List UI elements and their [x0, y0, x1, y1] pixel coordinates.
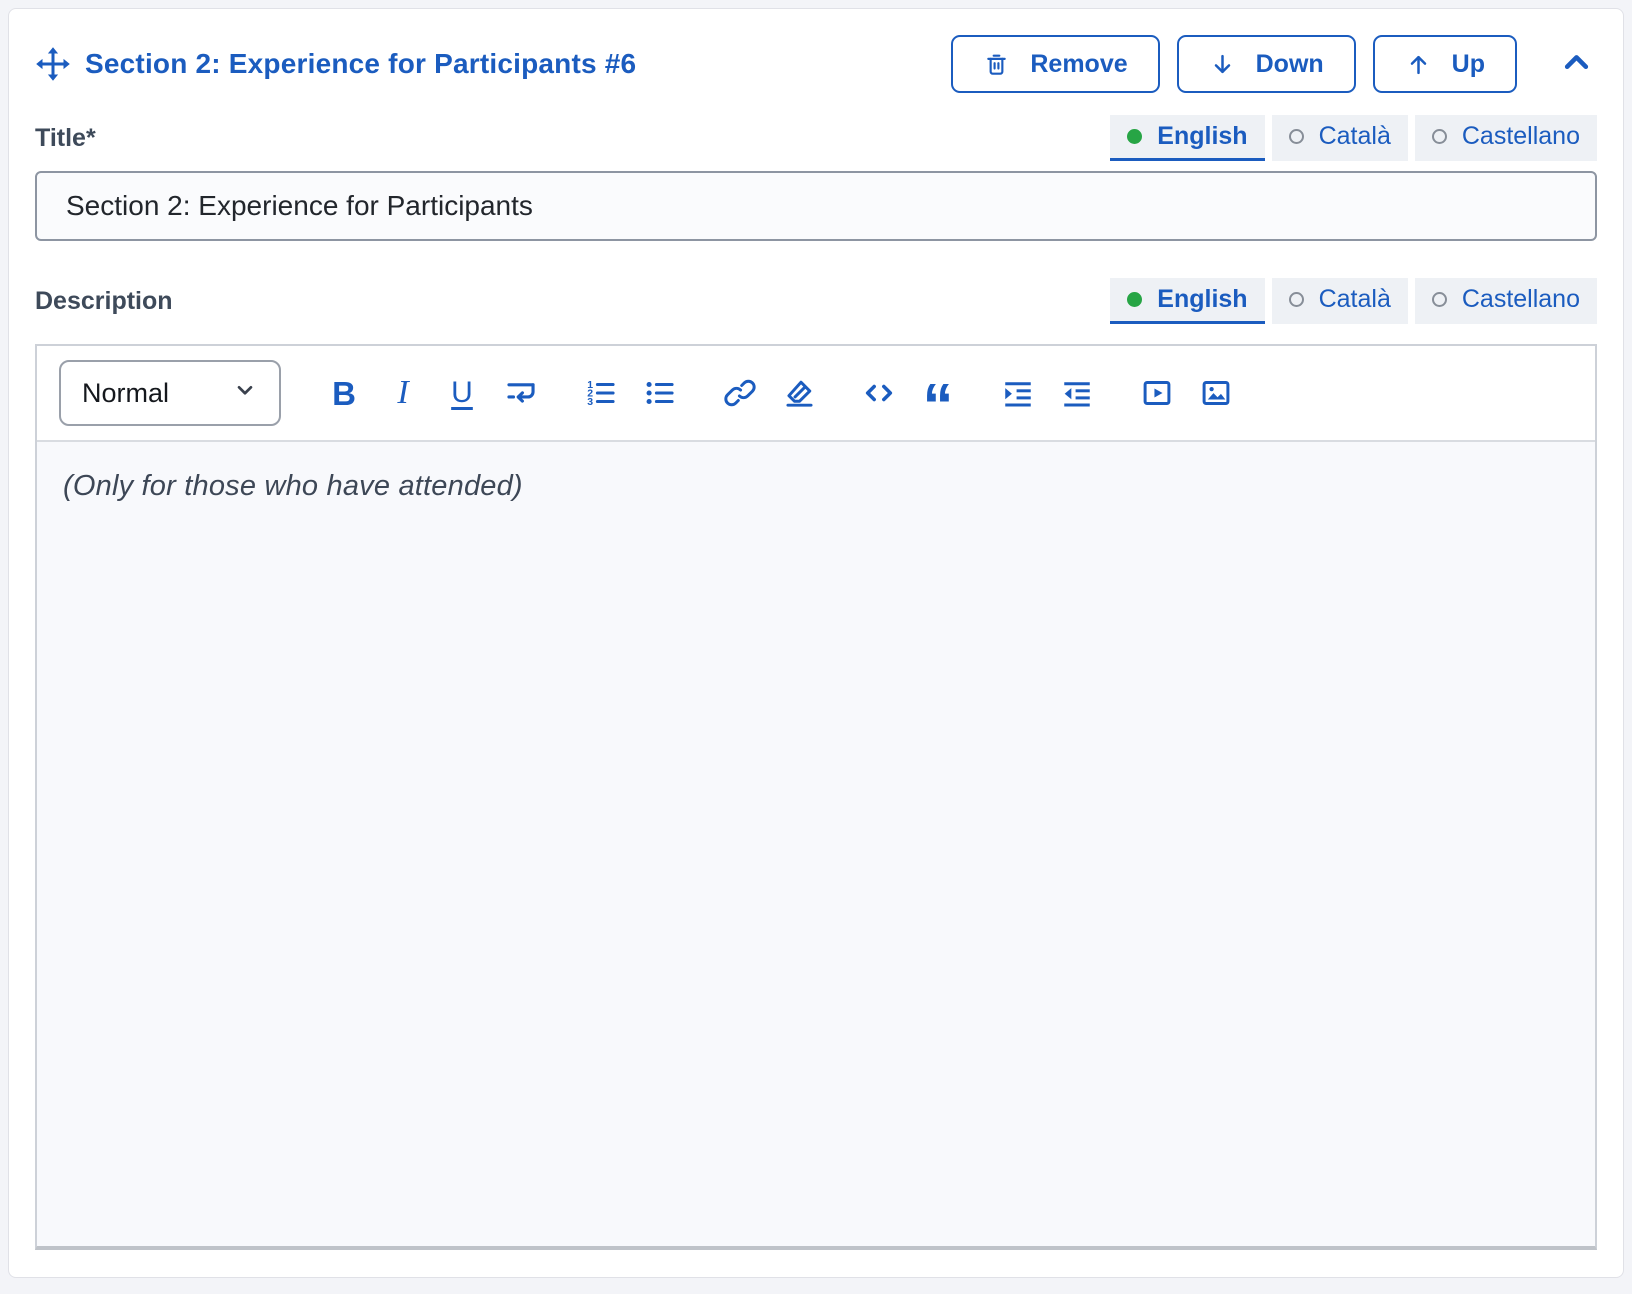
eraser-icon: [782, 376, 816, 410]
unselected-language-circle-icon: [1432, 129, 1447, 144]
underline-icon: U: [451, 378, 473, 408]
italic-button[interactable]: I: [386, 373, 420, 413]
description-lang-tab-english[interactable]: English: [1110, 278, 1264, 324]
collapse-section-button[interactable]: [1556, 42, 1597, 86]
up-button-label: Up: [1452, 50, 1485, 79]
indent-decrease-button[interactable]: [1060, 373, 1094, 413]
description-label: Description: [35, 287, 173, 316]
section-header: Section 2: Experience for Participants #…: [35, 35, 1597, 93]
indent-increase-icon: [1001, 376, 1035, 410]
down-button-label: Down: [1256, 50, 1324, 79]
blockquote-button[interactable]: “: [921, 373, 955, 413]
selected-language-dot-icon: [1127, 292, 1142, 307]
format-select[interactable]: Normal: [59, 360, 281, 426]
title-lang-tab-english[interactable]: English: [1110, 115, 1264, 161]
title-language-tabs: English Català Castellano: [1110, 115, 1597, 161]
rich-text-editor: Normal B I U: [35, 344, 1597, 1250]
bold-icon: B: [332, 377, 356, 410]
move-up-button[interactable]: Up: [1373, 35, 1517, 93]
unselected-language-circle-icon: [1289, 129, 1304, 144]
language-label: English: [1157, 285, 1247, 314]
indent-decrease-icon: [1060, 376, 1094, 410]
bullet-list-button[interactable]: [643, 373, 677, 413]
quote-icon: “: [923, 392, 954, 422]
title-field-row: Title* English Català Castellano: [35, 115, 1597, 161]
description-language-tabs: English Català Castellano: [1110, 278, 1597, 324]
chevron-down-icon: [232, 377, 258, 410]
insert-video-button[interactable]: [1140, 373, 1174, 413]
editor-toolbar: Normal B I U: [37, 346, 1595, 442]
clear-format-button[interactable]: [782, 373, 816, 413]
indent-increase-button[interactable]: [1001, 373, 1035, 413]
unselected-language-circle-icon: [1289, 292, 1304, 307]
title-label: Title*: [35, 124, 96, 153]
svg-text:3: 3: [587, 397, 593, 408]
move-down-button[interactable]: Down: [1177, 35, 1356, 93]
insert-image-button[interactable]: [1199, 373, 1233, 413]
link-button[interactable]: [723, 373, 757, 413]
text-wrap-icon: [504, 376, 538, 410]
video-icon: [1140, 376, 1174, 410]
arrow-down-icon: [1209, 51, 1236, 78]
chevron-up-icon: [1560, 46, 1593, 82]
remove-button[interactable]: Remove: [951, 35, 1159, 93]
title-lang-tab-castellano[interactable]: Castellano: [1415, 115, 1597, 161]
list-group: 1 2 3: [584, 373, 677, 413]
title-input[interactable]: [35, 171, 1597, 241]
description-lang-tab-catala[interactable]: Català: [1272, 278, 1408, 324]
language-label: Castellano: [1462, 285, 1580, 314]
unselected-language-circle-icon: [1432, 292, 1447, 307]
text-style-group: B I U: [327, 373, 538, 413]
language-label: Català: [1319, 122, 1391, 151]
ordered-list-button[interactable]: 1 2 3: [584, 373, 618, 413]
code-view-button[interactable]: [862, 373, 896, 413]
format-select-value: Normal: [82, 378, 169, 409]
drag-handle-icon[interactable]: [35, 46, 71, 82]
underline-button[interactable]: U: [445, 373, 479, 413]
editor-text: (Only for those who have attended): [63, 470, 1569, 503]
editor-content-area[interactable]: (Only for those who have attended): [37, 442, 1595, 1246]
trash-icon: [983, 51, 1010, 78]
header-actions: Remove Down Up: [951, 35, 1597, 93]
bullet-list-icon: [643, 376, 677, 410]
section-card: Section 2: Experience for Participants #…: [8, 8, 1624, 1278]
description-field-row: Description English Català Castellano: [35, 278, 1597, 324]
description-lang-tab-castellano[interactable]: Castellano: [1415, 278, 1597, 324]
selected-language-dot-icon: [1127, 129, 1142, 144]
language-label: Castellano: [1462, 122, 1580, 151]
image-icon: [1199, 376, 1233, 410]
code-icon: [862, 376, 896, 410]
language-label: Català: [1319, 285, 1391, 314]
remove-button-label: Remove: [1030, 50, 1127, 79]
text-wrap-button[interactable]: [504, 373, 538, 413]
code-quote-group: “: [862, 373, 955, 413]
indent-group: [1001, 373, 1094, 413]
language-label: English: [1157, 122, 1247, 151]
italic-icon: I: [397, 376, 408, 410]
bold-button[interactable]: B: [327, 373, 361, 413]
link-group: [723, 373, 816, 413]
arrow-up-icon: [1405, 51, 1432, 78]
media-group: [1140, 373, 1233, 413]
title-lang-tab-catala[interactable]: Català: [1272, 115, 1408, 161]
ordered-list-icon: 1 2 3: [584, 376, 618, 410]
link-icon: [723, 376, 757, 410]
section-title[interactable]: Section 2: Experience for Participants #…: [85, 48, 636, 80]
